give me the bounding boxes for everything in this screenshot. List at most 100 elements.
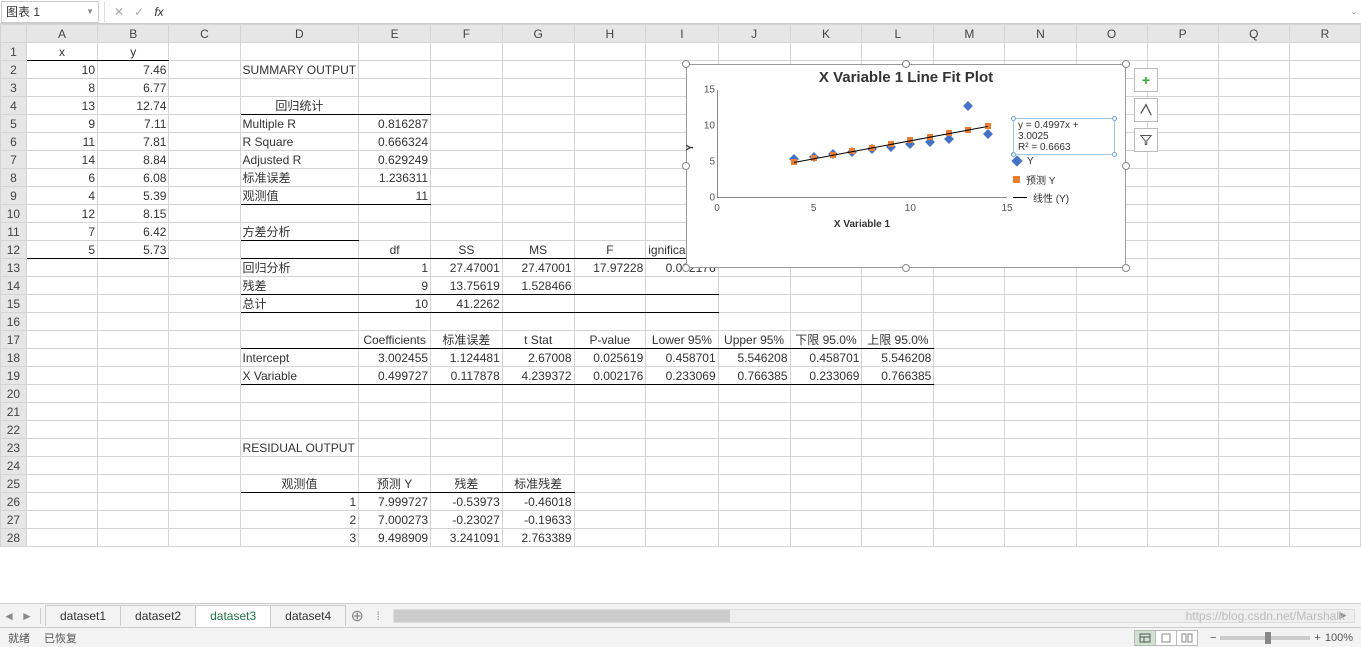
cell[interactable]: Lower 95% (646, 331, 718, 349)
cell[interactable]: 1 (240, 493, 359, 511)
chart-filters-button[interactable] (1134, 128, 1158, 152)
cell[interactable]: 8 (26, 79, 97, 97)
cell[interactable] (169, 115, 240, 133)
cell[interactable]: 5.546208 (862, 349, 934, 367)
cell[interactable]: Intercept (240, 349, 359, 367)
cell[interactable] (359, 223, 431, 241)
cell[interactable] (26, 475, 97, 493)
row-header[interactable]: 5 (1, 115, 27, 133)
cell[interactable] (1289, 403, 1360, 421)
cell[interactable]: 2.67008 (502, 349, 574, 367)
cell[interactable] (359, 205, 431, 223)
cell[interactable] (862, 529, 934, 547)
sheet-tab[interactable]: dataset3 (195, 605, 271, 627)
cell[interactable] (431, 223, 503, 241)
cell[interactable] (1076, 313, 1147, 331)
cell[interactable] (1218, 241, 1289, 259)
cell[interactable] (26, 439, 97, 457)
column-header[interactable]: E (359, 25, 431, 43)
cell[interactable] (1005, 43, 1076, 61)
page-break-view-button[interactable] (1176, 630, 1198, 646)
cell[interactable] (1218, 151, 1289, 169)
resize-handle[interactable] (682, 264, 690, 272)
zoom-slider[interactable] (1220, 636, 1310, 640)
cell[interactable] (574, 187, 646, 205)
cell[interactable] (98, 367, 169, 385)
cell[interactable] (502, 295, 574, 313)
cell[interactable] (26, 349, 97, 367)
cell[interactable]: 5.73 (98, 241, 169, 259)
cell[interactable] (718, 295, 790, 313)
cell[interactable] (1218, 457, 1289, 475)
cell[interactable]: F (574, 241, 646, 259)
cell[interactable] (1147, 421, 1218, 439)
cell[interactable] (646, 277, 718, 295)
cell[interactable] (98, 439, 169, 457)
cell[interactable] (1218, 493, 1289, 511)
cell[interactable] (359, 61, 431, 79)
chart-legend[interactable]: y = 0.4997x + 3.0025 R² = 0.6663 Y 预测 Y … (1013, 118, 1117, 206)
cell[interactable] (1218, 511, 1289, 529)
cell[interactable] (790, 277, 862, 295)
cell[interactable] (1218, 385, 1289, 403)
row-header[interactable]: 14 (1, 277, 27, 295)
cell[interactable]: 7.999727 (359, 493, 431, 511)
cell[interactable]: 1.236311 (359, 169, 431, 187)
cell[interactable]: 6.42 (98, 223, 169, 241)
cell[interactable] (169, 313, 240, 331)
cell[interactable]: 7.000273 (359, 511, 431, 529)
cell[interactable] (1289, 259, 1360, 277)
cell[interactable] (431, 97, 503, 115)
row-header[interactable]: 6 (1, 133, 27, 151)
cell[interactable] (718, 43, 790, 61)
column-header[interactable]: B (98, 25, 169, 43)
cell[interactable] (574, 421, 646, 439)
row-header[interactable]: 16 (1, 313, 27, 331)
column-header[interactable]: P (1147, 25, 1218, 43)
resize-handle[interactable] (1122, 162, 1130, 170)
cell[interactable] (1005, 511, 1076, 529)
cell[interactable] (431, 169, 503, 187)
cell[interactable]: Adjusted R (240, 151, 359, 169)
cell[interactable]: 标准误差 (431, 331, 503, 349)
cell[interactable]: 0.816287 (359, 115, 431, 133)
cell[interactable] (240, 241, 359, 259)
cell[interactable] (1076, 529, 1147, 547)
column-header[interactable]: R (1289, 25, 1360, 43)
cell[interactable] (1005, 457, 1076, 475)
cell[interactable] (1289, 439, 1360, 457)
cell[interactable] (862, 385, 934, 403)
cell[interactable] (1147, 151, 1218, 169)
cell[interactable]: -0.53973 (431, 493, 503, 511)
cell[interactable] (646, 295, 718, 313)
cell[interactable] (359, 457, 431, 475)
cell[interactable] (169, 151, 240, 169)
cell[interactable] (934, 295, 1005, 313)
row-header[interactable]: 9 (1, 187, 27, 205)
cell[interactable]: 总计 (240, 295, 359, 313)
row-header[interactable]: 25 (1, 475, 27, 493)
cell[interactable] (934, 457, 1005, 475)
cell[interactable] (98, 259, 169, 277)
insert-function-icon[interactable]: fx (149, 5, 169, 19)
cell[interactable]: 17.97228 (574, 259, 646, 277)
cell[interactable] (1289, 313, 1360, 331)
cell[interactable] (1289, 97, 1360, 115)
cell[interactable] (26, 457, 97, 475)
cell[interactable] (862, 439, 934, 457)
row-header[interactable]: 3 (1, 79, 27, 97)
cell[interactable] (169, 439, 240, 457)
cell[interactable] (862, 511, 934, 529)
zoom-out-button[interactable]: − (1210, 632, 1216, 644)
cell[interactable] (1289, 277, 1360, 295)
cell[interactable] (934, 439, 1005, 457)
cell[interactable] (790, 511, 862, 529)
accept-formula-icon[interactable]: ✓ (129, 5, 149, 19)
cell[interactable]: 2.763389 (502, 529, 574, 547)
row-header[interactable]: 17 (1, 331, 27, 349)
cell[interactable] (646, 421, 718, 439)
cell[interactable] (98, 529, 169, 547)
row-header[interactable]: 7 (1, 151, 27, 169)
cell[interactable]: 下限 95.0% (790, 331, 862, 349)
cell[interactable] (646, 529, 718, 547)
